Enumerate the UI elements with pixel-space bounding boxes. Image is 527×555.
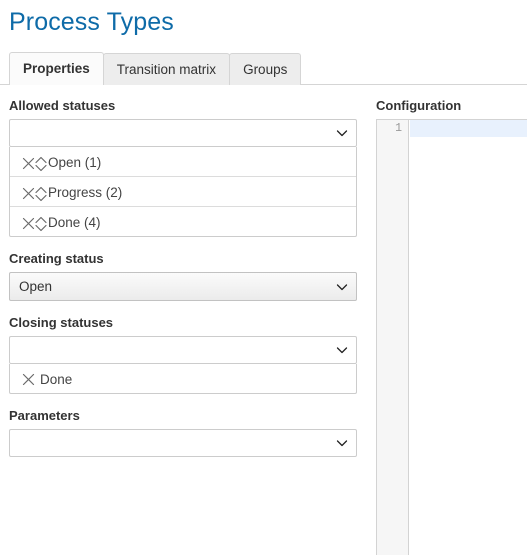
list-item[interactable]: Done (10, 364, 356, 393)
parameters-select[interactable] (9, 429, 357, 457)
closing-statuses-tag-list: Done (9, 364, 357, 394)
chevron-down-icon (336, 281, 348, 292)
list-item[interactable]: Done (4) (10, 206, 356, 236)
allowed-statuses-tag-list: Open (1) Progress (2) Done (4) (9, 147, 357, 237)
close-x-icon[interactable] (22, 187, 35, 200)
editor-line[interactable] (410, 120, 527, 137)
field-closing-statuses: Closing statuses Done (9, 315, 366, 394)
tab-properties[interactable]: Properties (9, 52, 104, 85)
configuration-code-editor[interactable]: 1 (376, 119, 527, 555)
field-parameters: Parameters (9, 408, 366, 457)
page-body: Allowed statuses Open (1) Progress (2) D… (0, 85, 527, 555)
tab-groups[interactable]: Groups (229, 53, 302, 85)
parameters-select-value (19, 430, 326, 456)
editor-line-number: 1 (395, 122, 402, 135)
field-creating-status: Creating status Open (9, 251, 366, 301)
chevron-down-icon (336, 344, 348, 355)
list-item-label: Open (1) (48, 154, 102, 170)
parameters-label: Parameters (9, 408, 80, 423)
closing-statuses-select-value (19, 337, 326, 363)
allowed-statuses-label: Allowed statuses (9, 98, 116, 113)
close-x-icon[interactable] (22, 157, 35, 170)
sort-updown-icon[interactable] (35, 216, 47, 231)
list-item[interactable]: Progress (2) (10, 176, 356, 206)
page-title: Process Types (9, 8, 174, 36)
tab-transition-matrix[interactable]: Transition matrix (102, 53, 231, 85)
close-x-icon[interactable] (22, 373, 35, 386)
tab-groups-label: Groups (243, 62, 288, 77)
sort-updown-icon[interactable] (35, 156, 47, 171)
tab-bar: Properties Transition matrix Groups (0, 52, 527, 85)
tab-properties-label: Properties (23, 61, 90, 76)
list-item-label: Done (4) (48, 214, 101, 230)
closing-statuses-label: Closing statuses (9, 315, 114, 330)
tab-transition-matrix-label: Transition matrix (116, 62, 217, 77)
configuration-panel: Configuration 1 (371, 85, 527, 555)
list-item[interactable]: Open (1) (10, 147, 356, 176)
closing-statuses-select[interactable] (9, 336, 357, 364)
editor-content[interactable] (410, 120, 527, 555)
allowed-statuses-select-value (19, 120, 326, 146)
creating-status-label: Creating status (9, 251, 104, 266)
list-item-label: Progress (2) (48, 184, 123, 200)
list-item-label: Done (40, 371, 73, 387)
tag-icons (22, 208, 47, 237)
creating-status-select-value: Open (19, 279, 53, 294)
properties-form: Allowed statuses Open (1) Progress (2) D… (0, 85, 366, 471)
creating-status-select[interactable]: Open (9, 272, 357, 301)
chevron-down-icon (336, 437, 348, 448)
editor-gutter: 1 (377, 120, 409, 555)
configuration-label: Configuration (376, 98, 462, 113)
close-x-icon[interactable] (22, 217, 35, 230)
chevron-down-icon (336, 127, 348, 138)
field-allowed-statuses: Allowed statuses Open (1) Progress (2) D… (9, 98, 366, 237)
sort-updown-icon[interactable] (35, 186, 47, 201)
tag-icons (22, 178, 47, 207)
tag-icons (22, 148, 47, 177)
allowed-statuses-select[interactable] (9, 119, 357, 147)
